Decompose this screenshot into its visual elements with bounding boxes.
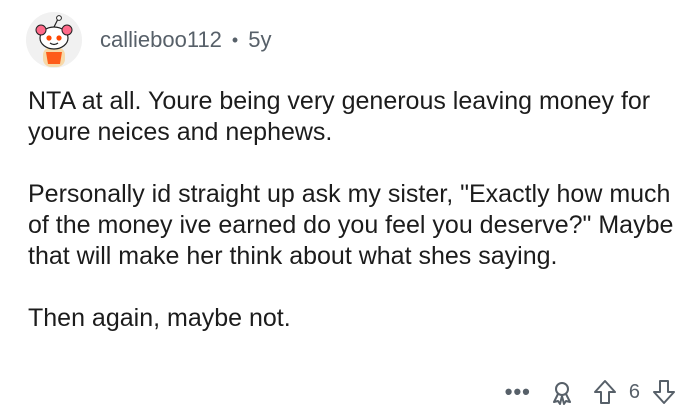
meta-separator: • [231,29,239,50]
author-name[interactable]: callieboo112 [100,27,222,53]
comment-body: NTA at all. Youre being very generous le… [28,86,678,365]
comment-meta: callieboo112 • 5y [100,27,271,53]
more-options-button[interactable]: ••• [505,379,531,405]
comment-actions: ••• 6 [505,379,676,405]
snoo-avatar-icon [26,12,82,68]
comment-paragraph: Then again, maybe not. [28,304,291,332]
vote-score: 6 [628,380,640,403]
comment-age: 5y [248,27,272,52]
avatar[interactable] [26,12,82,68]
comment-header: callieboo112 • 5y [26,12,271,68]
downvote-icon[interactable] [652,379,676,405]
comment-paragraph: Personally id straight up ask my sister,… [28,180,674,270]
award-icon[interactable] [549,379,575,405]
comment-paragraph: NTA at all. Youre being very generous le… [28,87,651,146]
upvote-icon[interactable] [593,379,617,405]
vote-controls: 6 [593,379,676,405]
